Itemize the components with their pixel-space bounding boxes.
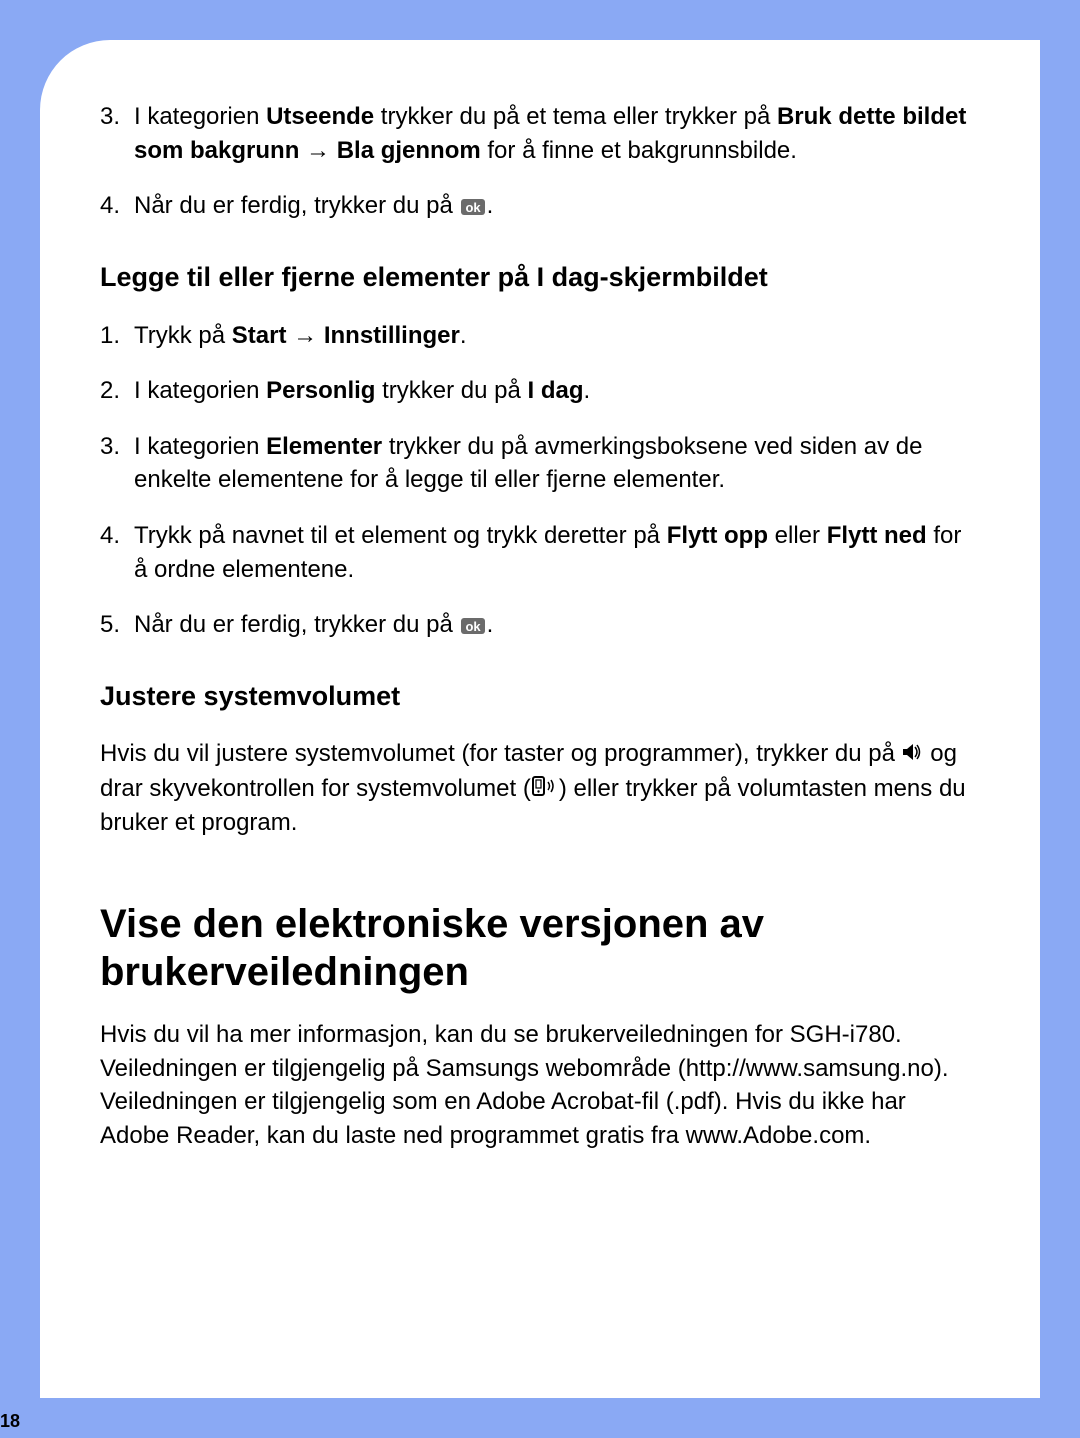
- bold-text: Start: [232, 322, 287, 349]
- page-number: 18: [0, 1411, 20, 1432]
- arrow-icon: →: [293, 322, 317, 349]
- step-text: I kategorien Utseende trykker du på et t…: [134, 100, 980, 167]
- text-fragment: .: [487, 611, 494, 638]
- ok-icon: ok: [461, 199, 484, 215]
- text-fragment: trykker du på: [375, 377, 527, 404]
- bold-text: Flytt opp: [667, 522, 768, 549]
- text-fragment: Når du er ferdig, trykker du på: [134, 611, 459, 638]
- list-item: 3. I kategorien Elementer trykker du på …: [100, 430, 980, 497]
- bold-text: Flytt ned: [827, 522, 927, 549]
- step-number: 4.: [100, 519, 134, 553]
- step-number: 1.: [100, 319, 134, 353]
- step-number: 3.: [100, 100, 134, 134]
- bold-text: Utseende: [266, 103, 374, 130]
- step-text: Trykk på navnet til et element og trykk …: [134, 519, 980, 586]
- paragraph-guide: Hvis du vil ha mer informasjon, kan du s…: [100, 1018, 980, 1152]
- step-text: Når du er ferdig, trykker du på ok.: [134, 608, 980, 642]
- step-number: 4.: [100, 189, 134, 223]
- speaker-icon: [902, 738, 924, 772]
- text-fragment: for å finne et bakgrunnsbilde.: [481, 137, 797, 164]
- text-fragment: .: [460, 322, 467, 349]
- page-background: 3. I kategorien Utseende trykker du på e…: [0, 0, 1080, 1438]
- bold-text: I dag: [528, 377, 584, 404]
- subheading-add-remove: Legge til eller fjerne elementer på I da…: [100, 261, 980, 295]
- text-fragment: .: [584, 377, 591, 404]
- text-fragment: .: [487, 192, 494, 219]
- section-title: Vise den elektroniske versjonen av bruke…: [100, 900, 980, 996]
- text-fragment: Når du er ferdig, trykker du på: [134, 192, 459, 219]
- arrow-icon: →: [306, 137, 330, 164]
- page: 3. I kategorien Utseende trykker du på e…: [40, 40, 1040, 1398]
- content-area: 3. I kategorien Utseende trykker du på e…: [100, 100, 980, 1152]
- paragraph-volume: Hvis du vil justere systemvolumet (for t…: [100, 737, 980, 840]
- step-number: 3.: [100, 430, 134, 464]
- bold-text: Bla gjennom: [337, 137, 481, 164]
- steps-list-a: 3. I kategorien Utseende trykker du på e…: [100, 100, 980, 223]
- text-fragment: I kategorien: [134, 103, 266, 130]
- list-item: 2. I kategorien Personlig trykker du på …: [100, 374, 980, 408]
- step-text: I kategorien Personlig trykker du på I d…: [134, 374, 980, 408]
- text-fragment: I kategorien: [134, 377, 266, 404]
- text-fragment: trykker du på et tema eller trykker på: [374, 103, 777, 130]
- subheading-volume: Justere systemvolumet: [100, 680, 980, 714]
- step-text: Trykk på Start → Innstillinger.: [134, 319, 980, 353]
- list-item: 1. Trykk på Start → Innstillinger.: [100, 319, 980, 353]
- bold-text: Elementer: [266, 433, 382, 460]
- list-item: 5. Når du er ferdig, trykker du på ok.: [100, 608, 980, 642]
- text-fragment: I kategorien: [134, 433, 266, 460]
- text-fragment: Trykk på navnet til et element og trykk …: [134, 522, 667, 549]
- list-item: 4. Når du er ferdig, trykker du på ok.: [100, 189, 980, 223]
- step-text: I kategorien Elementer trykker du på avm…: [134, 430, 980, 497]
- bold-text: Innstillinger: [324, 322, 460, 349]
- step-number: 2.: [100, 374, 134, 408]
- text-fragment: Trykk på: [134, 322, 232, 349]
- steps-list-b: 1. Trykk på Start → Innstillinger. 2. I …: [100, 319, 980, 642]
- step-text: Når du er ferdig, trykker du på ok.: [134, 189, 980, 223]
- text-fragment: Hvis du vil justere systemvolumet (for t…: [100, 740, 902, 767]
- phone-volume-icon: [531, 773, 559, 807]
- text-fragment: eller: [768, 522, 827, 549]
- ok-icon: ok: [461, 618, 484, 634]
- bold-text: Personlig: [266, 377, 375, 404]
- list-item: 4. Trykk på navnet til et element og try…: [100, 519, 980, 586]
- list-item: 3. I kategorien Utseende trykker du på e…: [100, 100, 980, 167]
- step-number: 5.: [100, 608, 134, 642]
